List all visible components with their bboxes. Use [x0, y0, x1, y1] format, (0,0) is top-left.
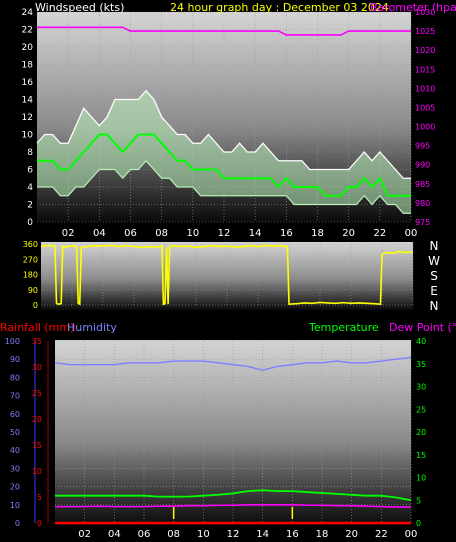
wind-hour-label: 16	[280, 228, 293, 239]
barometer-tick-label: 985	[415, 180, 430, 189]
wind-tick-label: 16	[22, 78, 34, 88]
climate-hour-label: 22	[375, 529, 388, 540]
wind-tick-label: 22	[22, 26, 33, 36]
wind-tick-label: 8	[27, 148, 33, 158]
temperature-tick-label: 0	[416, 519, 421, 528]
compass-label: N	[430, 239, 439, 253]
compass-label: E	[430, 284, 438, 298]
barometer-tick-label: 975	[415, 218, 430, 227]
wind-hour-label: 04	[93, 228, 106, 239]
temperature-tick-label: 15	[416, 451, 426, 460]
temperature-tick-label: 25	[416, 405, 426, 414]
dewpoint-axis-title: Dew Point (°C)	[389, 321, 456, 334]
temperature-tick-label: 30	[416, 383, 426, 392]
climate-hour-label: 06	[138, 529, 151, 540]
rain-tick-label: 20	[32, 415, 42, 424]
direction-tick-label: 180	[23, 271, 38, 280]
humidity-tick-label: 90	[10, 355, 20, 364]
wind-hour-label: 12	[218, 228, 231, 239]
barometer-tick-label: 1015	[415, 65, 435, 74]
wind-hour-label: 02	[62, 228, 75, 239]
climate-hour-label: 08	[167, 529, 180, 540]
rain-tick-label: 30	[32, 363, 42, 372]
compass-label: S	[430, 269, 438, 283]
humidity-tick-label: 80	[10, 373, 20, 382]
humidity-tick-label: 0	[15, 519, 20, 528]
climate-hour-label: 16	[286, 529, 299, 540]
wind-tick-label: 18	[22, 61, 34, 71]
climate-hour-label: 12	[227, 529, 240, 540]
humidity-tick-label: 60	[10, 410, 20, 419]
chart-title: 24 hour graph day : December 03 2024	[170, 1, 389, 14]
wind-hour-label: 10	[186, 228, 199, 239]
wind-hour-label: 18	[311, 228, 324, 239]
temperature-tick-label: 20	[416, 428, 426, 437]
wind-tick-label: 20	[22, 43, 34, 53]
wind-tick-label: 14	[22, 96, 34, 106]
climate-hour-label: 02	[78, 529, 91, 540]
temperature-tick-label: 5	[416, 496, 421, 505]
wind-tick-label: 4	[27, 183, 33, 193]
direction-tick-label: 360	[23, 240, 38, 249]
barometer-tick-label: 980	[415, 199, 430, 208]
wind-tick-label: 10	[22, 131, 34, 141]
wind-hour-label: 06	[124, 228, 137, 239]
temperature-tick-label: 10	[416, 474, 426, 483]
climate-hour-label: 10	[197, 529, 210, 540]
wind-tick-label: 6	[27, 166, 33, 176]
temperature-axis-title: Temperature	[308, 321, 379, 334]
rain-tick-label: 35	[32, 337, 42, 346]
wind-tick-label: 12	[22, 113, 33, 123]
climate-hour-label: 04	[108, 529, 121, 540]
humidity-tick-label: 70	[10, 392, 20, 401]
wind-tick-label: 24	[22, 8, 34, 18]
barometer-tick-label: 990	[415, 161, 430, 170]
direction-tick-label: 270	[23, 255, 38, 264]
rain-tick-label: 5	[37, 493, 42, 502]
rain-tick-label: 0	[37, 519, 42, 528]
wind-tick-label: 2	[27, 201, 33, 211]
barometer-tick-label: 1005	[415, 103, 435, 112]
humidity-tick-label: 10	[10, 501, 20, 510]
barometer-tick-label: 1025	[415, 27, 435, 36]
climate-hour-label: 18	[316, 529, 329, 540]
humidity-tick-label: 50	[10, 428, 20, 437]
compass-label: N	[430, 299, 439, 313]
humidity-tick-label: 40	[10, 446, 20, 455]
rain-tick-label: 10	[32, 467, 42, 476]
climate-hour-label: 14	[256, 529, 269, 540]
direction-plot-area	[41, 242, 413, 310]
wind-hour-label: 00	[405, 228, 418, 239]
wind-tick-label: 0	[27, 218, 33, 228]
wind-hour-label: 20	[342, 228, 355, 239]
temperature-tick-label: 35	[416, 360, 426, 369]
climate-hour-label: 20	[345, 529, 358, 540]
direction-tick-label: 0	[33, 301, 38, 310]
humidity-tick-label: 20	[10, 483, 20, 492]
barometer-tick-label: 1000	[415, 123, 435, 132]
compass-label: W	[428, 254, 440, 268]
barometer-axis-title: Barometer (hpa)	[370, 1, 456, 14]
direction-tick-label: 90	[28, 286, 38, 295]
wind-axis-title: Windspeed (kts)	[35, 1, 124, 14]
barometer-tick-label: 1020	[415, 46, 435, 55]
barometer-tick-label: 1010	[415, 84, 435, 93]
temperature-tick-label: 40	[416, 337, 426, 346]
barometer-tick-label: 995	[415, 142, 430, 151]
weather-graphs: 0246810121416182022249759809859909951000…	[0, 1, 456, 540]
wind-hour-label: 14	[249, 228, 262, 239]
humidity-tick-label: 30	[10, 464, 20, 473]
rain-tick-label: 25	[32, 389, 42, 398]
humidity-axis-title: Humidity	[67, 321, 117, 334]
climate-hour-label: 00	[405, 529, 418, 540]
rain-axis-title: Rainfall (mm)	[0, 321, 74, 334]
rain-tick-label: 15	[32, 441, 42, 450]
wind-hour-label: 08	[155, 228, 168, 239]
wind-hour-label: 22	[373, 228, 386, 239]
humidity-tick-label: 100	[5, 337, 20, 346]
